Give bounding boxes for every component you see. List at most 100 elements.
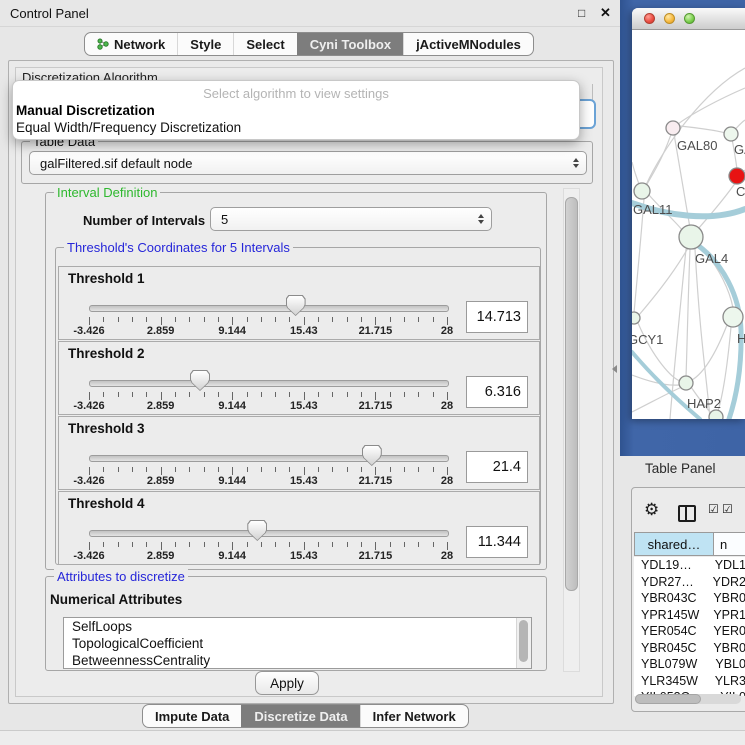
tab-cyni-toolbox[interactable]: Cyni Toolbox (297, 33, 403, 55)
cell-name: YLR3 (708, 673, 745, 690)
tab-select[interactable]: Select (233, 33, 296, 55)
tab-jactivemnodules[interactable]: jActiveMNodules (403, 33, 533, 55)
cell-name: YBR0 (706, 640, 745, 657)
axis-tick-label: 21.715 (359, 475, 393, 487)
table-row[interactable]: YER054CYER0 (634, 623, 745, 640)
cell-shared-name: YBR043C (634, 590, 706, 607)
algorithm-option-manual[interactable]: Manual Discretization (16, 103, 155, 118)
top-tab-bar: Network Style SelectCyni ToolboxjActiveMNo… (84, 32, 534, 56)
gear-icon[interactable]: ⚙ (644, 501, 659, 518)
axis-tick-label: 21.715 (359, 400, 393, 412)
axis-tick-label: 28 (441, 325, 453, 337)
columns-icon[interactable] (678, 505, 696, 522)
table-hscrollbar-thumb[interactable] (635, 694, 701, 704)
number-of-intervals-value: 5 (221, 212, 228, 227)
axis-tick-label: 2.859 (147, 550, 175, 562)
tab-impute-data[interactable]: Impute Data (143, 705, 241, 727)
threshold-label: Threshold 1 (68, 271, 145, 286)
close-traffic-light-icon[interactable] (644, 13, 655, 24)
slider-thumb[interactable] (286, 295, 306, 316)
slider-track[interactable] (89, 380, 449, 387)
table-row[interactable]: YBL079WYBL0 (634, 656, 745, 673)
cell-name: YPR1 (706, 607, 745, 624)
table-header-name[interactable]: n (714, 532, 745, 556)
cell-name: YBL0 (708, 656, 745, 673)
list-item[interactable]: SelfLoops (64, 618, 531, 635)
zoom-traffic-light-icon[interactable] (684, 13, 695, 24)
table-row[interactable]: YDL19…YDL1 (634, 557, 745, 574)
tab-label: Network (114, 37, 165, 52)
table-row[interactable]: YDR27…YDR2 (634, 574, 745, 591)
algorithm-dropdown-popup: Select algorithm to view settings Manual… (12, 80, 580, 140)
svg-text:GAL80: GAL80 (677, 138, 717, 153)
list-item[interactable]: BetweennessCentrality (64, 652, 531, 669)
minimize-traffic-light-icon[interactable] (664, 13, 675, 24)
network-canvas[interactable]: GAL80GAGAL11CGAL4GCY1HHAP2 (632, 30, 745, 419)
table-header-shared-name[interactable]: shared… (634, 532, 714, 556)
slider-track[interactable] (89, 455, 449, 462)
list-scrollbar[interactable] (516, 618, 531, 668)
slider-thumb[interactable] (247, 520, 267, 541)
table-panel: ⚙ ☑ ☑ shared… n YDL19…YDL1YDR27…YDR2YBR0… (631, 487, 745, 712)
threshold-value-field[interactable]: 21.4 (466, 451, 528, 483)
threshold-label: Threshold 2 (68, 346, 145, 361)
table-row[interactable]: YBR043CYBR0 (634, 590, 745, 607)
table-hscrollbar[interactable] (635, 694, 741, 704)
slider-thumb[interactable] (190, 370, 210, 391)
cell-name: YDL1 (708, 557, 745, 574)
table-header-row: shared… n (634, 532, 745, 556)
network-view-window: GAL80GAGAL11CGAL4GCY1HHAP2 (632, 8, 745, 419)
table-data-combobox[interactable]: galFiltered.sif default node (29, 151, 587, 175)
tab-label: Style (190, 37, 221, 52)
settings-scrollbar-thumb[interactable] (565, 197, 578, 591)
tab-discretize-data[interactable]: Discretize Data (241, 705, 359, 727)
cell-shared-name: YBR045C (634, 640, 706, 657)
numerical-attributes-list[interactable]: SelfLoopsTopologicalCoefficientBetweenne… (63, 617, 532, 669)
tab-infer-network[interactable]: Infer Network (360, 705, 468, 727)
threshold-value-field[interactable]: 14.713 (466, 301, 528, 333)
slider-track[interactable] (89, 305, 449, 312)
axis-tick-label: 2.859 (147, 400, 175, 412)
list-item[interactable]: TopologicalCoefficient (64, 635, 531, 652)
threshold-value-field[interactable]: 6.316 (466, 376, 528, 408)
axis-tick-label: 9.144 (218, 400, 246, 412)
thresholds-group-title: Threshold's Coordinates for 5 Intervals (64, 240, 293, 255)
network-icon (97, 37, 109, 51)
checkbox-icon[interactable]: ☑ (722, 503, 733, 515)
svg-text:HAP2: HAP2 (687, 396, 721, 411)
combo-stepper-icon (573, 158, 579, 168)
slider-track[interactable] (89, 530, 449, 537)
algorithm-option-equal-width[interactable]: Equal Width/Frequency Discretization (16, 120, 241, 135)
tab-style[interactable]: Style (177, 33, 233, 55)
number-of-intervals-label: Number of Intervals (83, 213, 205, 228)
threshold-value-field[interactable]: 11.344 (466, 526, 528, 558)
axis-tick-label: 21.715 (359, 325, 393, 337)
number-of-intervals-combobox[interactable]: 5 (210, 207, 492, 231)
cell-shared-name: YLR345W (634, 673, 708, 690)
apply-button[interactable]: Apply (255, 671, 319, 695)
table-row[interactable]: YLR345WYLR3 (634, 673, 745, 690)
svg-text:GA: GA (734, 142, 745, 157)
table-rows[interactable]: YDL19…YDL1YDR27…YDR2YBR043CYBR0YPR145WYP… (634, 557, 745, 696)
table-row[interactable]: YBR045CYBR0 (634, 640, 745, 657)
splitter-collapse-icon[interactable] (612, 365, 617, 373)
axis-tick-label: -3.426 (73, 550, 104, 562)
axis-tick-label: 15.43 (290, 325, 318, 337)
settings-scrollbar[interactable] (563, 188, 580, 672)
panel-title: Control Panel (10, 6, 89, 21)
cell-name: YDR2 (706, 574, 745, 591)
axis-tick-label: 28 (441, 475, 453, 487)
table-row[interactable]: YPR145WYPR1 (634, 607, 745, 624)
threshold-panel-2: Threshold 2-3.4262.8599.14415.4321.71528… (58, 341, 540, 415)
axis-tick-label: -3.426 (73, 400, 104, 412)
axis-tick-label: 9.144 (218, 550, 246, 562)
slider-thumb[interactable] (362, 445, 382, 466)
checkbox-icon[interactable]: ☑ (708, 503, 719, 515)
close-icon[interactable]: ✕ (600, 5, 611, 21)
bottom-tab-bar: Impute DataDiscretize DataInfer Network (142, 704, 469, 728)
float-window-icon[interactable]: □ (578, 6, 585, 20)
svg-text:C: C (736, 184, 745, 199)
tab-network[interactable]: Network (85, 33, 177, 55)
axis-tick-label: 15.43 (290, 475, 318, 487)
network-window-titlebar[interactable] (632, 8, 745, 30)
